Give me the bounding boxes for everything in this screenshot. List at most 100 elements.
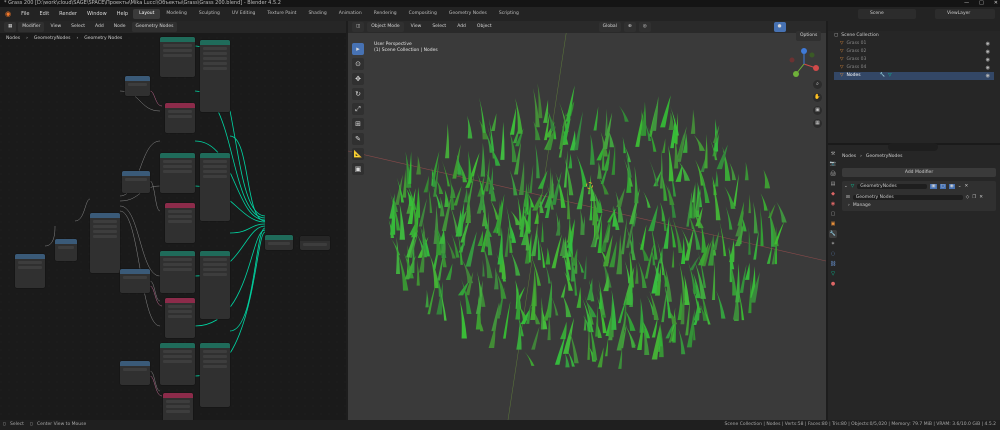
graph-node[interactable]	[160, 153, 195, 193]
manage-row[interactable]: › Manage	[848, 203, 871, 208]
graph-node[interactable]	[165, 298, 195, 338]
breadcrumb-item[interactable]: Geometry Nodes	[84, 36, 122, 41]
3d-cursor-icon[interactable]	[586, 182, 593, 189]
close-button[interactable]: ✕	[994, 0, 998, 7]
tab-compositing[interactable]: Compositing	[403, 9, 443, 19]
graph-node[interactable]	[15, 254, 45, 288]
breadcrumb-item[interactable]: Nodes	[6, 36, 20, 41]
grid-icon[interactable]: ▦	[813, 119, 822, 128]
view-layer-tab-icon[interactable]: ▤	[829, 180, 837, 188]
physics-tab-icon[interactable]: ◌	[829, 250, 837, 258]
editor-type-icon[interactable]: ▦	[4, 22, 17, 32]
collection-tab-icon[interactable]: ▢	[829, 210, 837, 218]
vp-menu-select[interactable]: Select	[428, 22, 450, 32]
mode-selector[interactable]: Object Mode	[367, 22, 404, 32]
tab-texture-paint[interactable]: Texture Paint	[261, 9, 302, 19]
tab-scripting[interactable]: Scripting	[493, 9, 525, 19]
properties-search-input[interactable]	[888, 143, 938, 151]
render-icon[interactable]: ◉	[948, 183, 955, 189]
data-tab-icon[interactable]: ▽	[829, 270, 837, 278]
eye-icon[interactable]: ◉	[986, 72, 990, 80]
view-layer-selector[interactable]: ViewLayer	[935, 9, 995, 19]
outliner-item[interactable]: ▽ Grass 04 ◉	[834, 64, 994, 72]
remove-modifier-icon[interactable]: ✕	[965, 184, 969, 189]
menu-render[interactable]: Render	[54, 7, 82, 21]
eye-icon[interactable]: ◉	[986, 64, 990, 72]
maximize-button[interactable]: □	[979, 0, 984, 7]
menu-file[interactable]: File	[16, 7, 34, 21]
graph-node[interactable]	[200, 40, 230, 112]
outliner-item[interactable]: ▽ Grass 01 ◉	[834, 40, 994, 48]
zoom-icon[interactable]: ⌕	[813, 80, 822, 89]
blender-logo-icon[interactable]: ◉	[0, 7, 16, 21]
annotate-icon[interactable]: ✎	[352, 133, 364, 145]
breadcrumb-item[interactable]: GeometryNodes	[34, 36, 71, 41]
node-editor-context[interactable]: Modifier	[18, 22, 45, 32]
graph-node[interactable]	[165, 203, 195, 243]
menu-window[interactable]: Window	[82, 7, 112, 21]
tab-rendering[interactable]: Rendering	[368, 9, 403, 19]
tab-geometry-nodes[interactable]: Geometry Nodes	[443, 9, 493, 19]
cursor-icon[interactable]: ⊙	[352, 58, 364, 70]
collapse-icon[interactable]: ⌄	[844, 184, 848, 189]
options-dropdown[interactable]: Options	[796, 31, 822, 41]
scale-icon[interactable]: ⤢	[352, 103, 364, 115]
move-icon[interactable]: ✥	[352, 73, 364, 85]
fake-user-icon[interactable]: ◇	[966, 195, 969, 200]
menu-edit[interactable]: Edit	[34, 7, 54, 21]
output-tab-icon[interactable]: 🖨	[829, 170, 837, 178]
outliner-item[interactable]: ▽ Grass 03 ◉	[834, 56, 994, 64]
orientation-selector[interactable]: Global	[598, 22, 621, 32]
graph-node[interactable]	[200, 251, 230, 319]
dropdown-icon[interactable]: ⌄	[958, 184, 962, 189]
scene-selector[interactable]: Scene	[858, 9, 916, 19]
graph-node[interactable]	[200, 343, 230, 407]
proportional-icon[interactable]: ◎	[638, 22, 651, 32]
graph-node[interactable]	[122, 171, 150, 193]
tab-sculpting[interactable]: Sculpting	[193, 9, 226, 19]
outliner-root[interactable]: ▢ Scene Collection	[834, 32, 994, 40]
tab-shading[interactable]: Shading	[302, 9, 332, 19]
tab-uv-editing[interactable]: UV Editing	[226, 9, 261, 19]
tab-layout[interactable]: Layout	[133, 9, 161, 19]
menu-help[interactable]: Help	[112, 7, 133, 21]
graph-node[interactable]	[160, 343, 195, 385]
vp-menu-view[interactable]: View	[407, 22, 426, 32]
select-box-icon[interactable]: ▸	[352, 43, 364, 55]
graph-node[interactable]	[200, 153, 230, 221]
node-menu-view[interactable]: View	[46, 22, 65, 32]
graph-node[interactable]	[125, 76, 150, 96]
outliner-item-selected[interactable]: ▽ Nodes 🔧 ▽ ◉	[834, 72, 994, 80]
graph-node[interactable]	[165, 103, 195, 133]
graph-node[interactable]	[120, 361, 150, 385]
scene-tab-icon[interactable]: ◆	[829, 190, 837, 198]
constraints-tab-icon[interactable]: ⛓	[829, 260, 837, 268]
navigation-gizmo[interactable]	[786, 46, 822, 82]
modifier-tab-icon[interactable]: 🔧	[829, 230, 837, 238]
tab-modeling[interactable]: Modeling	[160, 9, 192, 19]
measure-icon[interactable]: 📐	[352, 148, 364, 160]
world-tab-icon[interactable]: ◉	[829, 200, 837, 208]
graph-node[interactable]	[160, 37, 195, 77]
transform-icon[interactable]: ⊞	[352, 118, 364, 130]
eye-icon[interactable]: ◉	[986, 48, 990, 56]
node-menu-add[interactable]: Add	[91, 22, 108, 32]
pan-icon[interactable]: ✋	[813, 93, 822, 102]
duplicate-icon[interactable]: ❐	[972, 195, 976, 200]
vp-menu-add[interactable]: Add	[453, 22, 470, 32]
node-editor-canvas[interactable]	[0, 21, 346, 430]
eye-icon[interactable]: ◉	[986, 56, 990, 64]
add-modifier-button[interactable]: Add Modifier	[842, 168, 996, 177]
edit-mode-icon[interactable]: ▣	[930, 183, 937, 189]
node-menu-select[interactable]: Select	[67, 22, 89, 32]
modifier-name-input[interactable]: GeometryNodes	[857, 183, 928, 189]
rotate-icon[interactable]: ↻	[352, 88, 364, 100]
node-group-selector[interactable]: Geometry Nodes	[852, 194, 963, 200]
vp-menu-object[interactable]: Object	[473, 22, 496, 32]
3d-viewport[interactable]: ⌕ ✋ ▣ ▦	[348, 21, 826, 420]
graph-node[interactable]	[265, 235, 293, 250]
render-tab-icon[interactable]: 📷	[829, 160, 837, 168]
graph-node[interactable]	[55, 239, 77, 261]
graph-node[interactable]	[160, 251, 195, 293]
node-menu-node[interactable]: Node	[110, 22, 130, 32]
